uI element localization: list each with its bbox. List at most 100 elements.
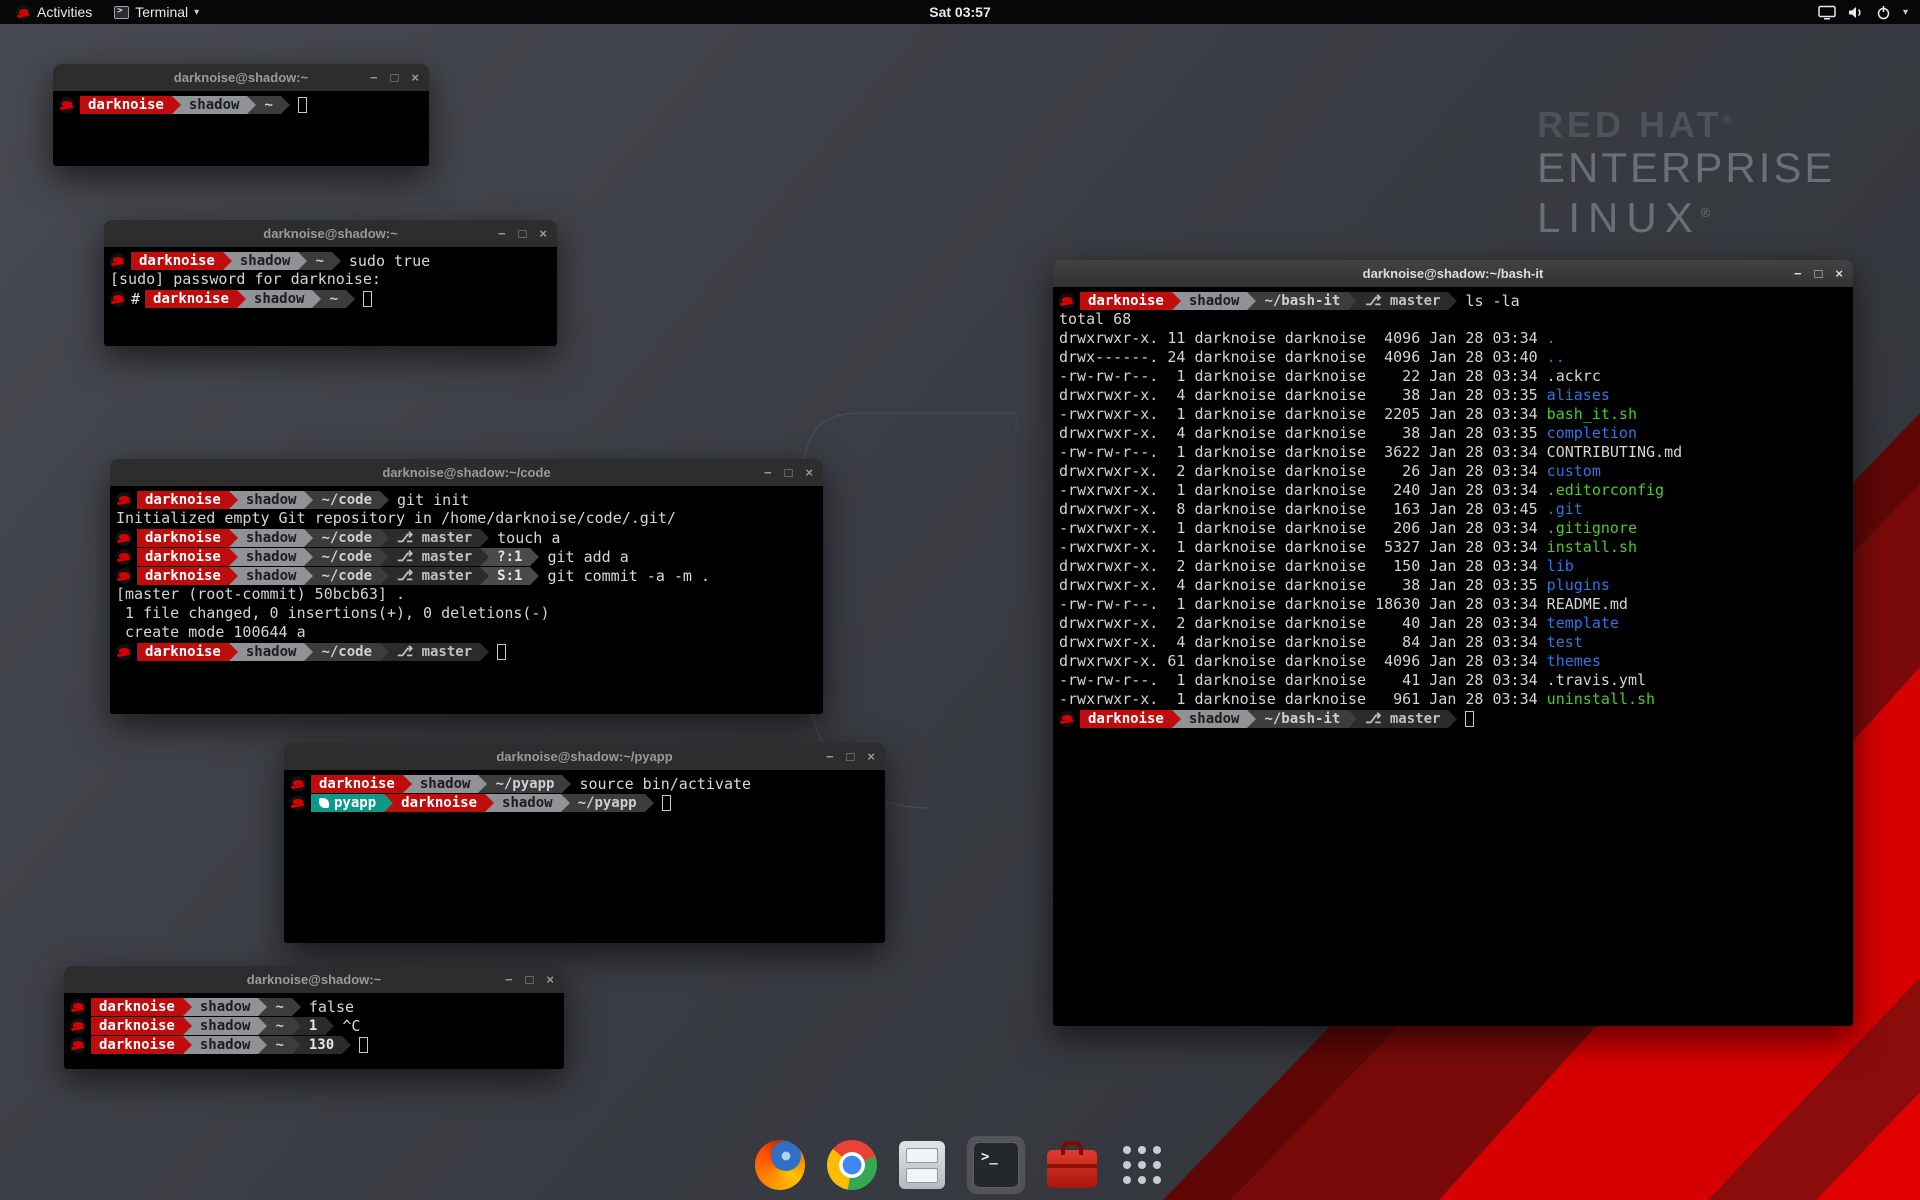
chrome-icon[interactable]	[827, 1140, 877, 1190]
terminal-window-sudo[interactable]: darknoise@shadow:~ − □ × darknoiseshadow…	[104, 220, 557, 346]
close-button[interactable]: ×	[539, 227, 547, 240]
powerline-segment: shadow	[412, 775, 479, 793]
close-button[interactable]: ×	[546, 973, 554, 986]
powerline-separator	[183, 1036, 192, 1054]
prompt-line: darknoiseshadow~ false	[64, 997, 564, 1016]
maximize-button[interactable]: □	[519, 227, 527, 240]
powerline-segment: ~	[267, 998, 291, 1016]
files-icon[interactable]	[899, 1141, 945, 1189]
clock[interactable]: Sat 03:57	[929, 4, 990, 20]
terminal-window-home-1[interactable]: darknoise@shadow:~ − □ × darknoiseshadow…	[53, 64, 429, 166]
powerline-separator	[480, 643, 489, 661]
powerline-separator	[281, 96, 290, 114]
terminal-icon[interactable]	[967, 1136, 1025, 1194]
prompt-line: darknoiseshadow~ sudo true	[104, 251, 557, 270]
branding-linux: LINUX®	[1537, 191, 1837, 240]
titlebar[interactable]: darknoise@shadow:~/bash-it − □ ×	[1053, 260, 1853, 287]
maximize-button[interactable]: □	[526, 973, 534, 986]
terminal-window-home-2[interactable]: darknoise@shadow:~ − □ × darknoiseshadow…	[64, 966, 564, 1069]
app-grid-icon[interactable]	[1119, 1142, 1165, 1188]
terminal-content[interactable]: darknoiseshadow~ sudo true [sudo] passwo…	[104, 247, 557, 346]
minimize-button[interactable]: −	[498, 227, 506, 240]
terminal-window-pyapp[interactable]: darknoise@shadow:~/pyapp − □ × darknoise…	[284, 743, 885, 943]
powerline-segment: ⎇ master	[389, 529, 480, 547]
powerline-separator	[1247, 710, 1256, 728]
activities-button[interactable]: Activities	[8, 0, 100, 24]
maximize-button[interactable]: □	[847, 750, 855, 763]
prompt-segments: darknoiseshadow~/pyapp	[311, 775, 571, 793]
prompt-segments: darknoiseshadow~	[91, 998, 301, 1016]
powerline-separator	[229, 643, 238, 661]
redhat-logo-icon	[16, 5, 31, 20]
terminal-content[interactable]: darknoiseshadow~/pyapp source bin/activa…	[284, 770, 885, 943]
redhat-icon	[110, 291, 126, 307]
powerline-separator	[312, 290, 321, 308]
prompt-segments: darknoiseshadow~/bash-it⎇ master	[1080, 292, 1457, 310]
file-row: -rw-rw-r--. 1 darknoise darknoise 22 Jan…	[1053, 367, 1853, 386]
terminal-content[interactable]: darknoiseshadow~ false darknoiseshadow~1…	[64, 993, 564, 1069]
redhat-icon	[290, 795, 306, 811]
maximize-button[interactable]: □	[785, 466, 793, 479]
toolbox-icon[interactable]	[1047, 1142, 1097, 1188]
window-title: darknoise@shadow:~	[263, 226, 397, 241]
file-name: plugins	[1547, 576, 1610, 594]
powerline-segment: darknoise	[137, 548, 229, 566]
root-prompt-hash: #	[131, 290, 140, 308]
maximize-button[interactable]: □	[1815, 267, 1823, 280]
file-name: bash_it.sh	[1547, 405, 1637, 423]
close-button[interactable]: ×	[1835, 267, 1843, 280]
powerline-separator	[292, 1036, 301, 1054]
redhat-icon	[116, 492, 132, 508]
powerline-separator	[380, 643, 389, 661]
firefox-icon[interactable]	[755, 1140, 805, 1190]
powerline-separator	[1348, 292, 1357, 310]
terminal-content[interactable]: darknoiseshadow~	[53, 91, 429, 166]
minimize-button[interactable]: −	[1794, 267, 1802, 280]
powerline-segment: ~/code	[313, 548, 380, 566]
powerline-segment: ⎇ master	[1357, 292, 1448, 310]
powerline-separator	[247, 96, 256, 114]
close-button[interactable]: ×	[867, 750, 875, 763]
powerline-segment: ~/pyapp	[487, 775, 562, 793]
powerline-segment: shadow	[192, 1017, 259, 1035]
command-text: git init	[389, 491, 469, 509]
titlebar[interactable]: darknoise@shadow:~ − □ ×	[104, 220, 557, 247]
minimize-button[interactable]: −	[505, 973, 513, 986]
powerline-separator	[183, 1017, 192, 1035]
minimize-button[interactable]: −	[826, 750, 834, 763]
file-name: .travis.yml	[1547, 671, 1646, 689]
prompt-segments: darknoiseshadow~/bash-it⎇ master	[1080, 710, 1457, 728]
titlebar[interactable]: darknoise@shadow:~ − □ ×	[53, 64, 429, 91]
file-row: -rwxrwxr-x. 1 darknoise darknoise 240 Ja…	[1053, 481, 1853, 500]
output-line: total 68	[1053, 310, 1853, 329]
close-button[interactable]: ×	[411, 71, 419, 84]
powerline-separator	[298, 252, 307, 270]
terminal-content[interactable]: darknoiseshadow~/bash-it⎇ master ls -la …	[1053, 287, 1853, 1026]
powerline-segment: darknoise	[145, 290, 237, 308]
titlebar[interactable]: darknoise@shadow:~/code − □ ×	[110, 459, 823, 486]
output-line: 1 file changed, 0 insertions(+), 0 delet…	[110, 604, 823, 623]
terminal-content[interactable]: darknoiseshadow~/code git init Initializ…	[110, 486, 823, 714]
powerline-separator	[480, 567, 489, 585]
titlebar[interactable]: darknoise@shadow:~ − □ ×	[64, 966, 564, 993]
file-row: -rwxrwxr-x. 1 darknoise darknoise 5327 J…	[1053, 538, 1853, 557]
redhat-icon	[70, 1018, 86, 1034]
terminal-window-bash-it[interactable]: darknoise@shadow:~/bash-it − □ × darknoi…	[1053, 260, 1853, 1026]
minimize-button[interactable]: −	[764, 466, 772, 479]
prompt-line: darknoiseshadow~	[53, 95, 429, 114]
titlebar[interactable]: darknoise@shadow:~/pyapp − □ ×	[284, 743, 885, 770]
close-button[interactable]: ×	[805, 466, 813, 479]
app-menu-terminal[interactable]: Terminal ▾	[106, 0, 207, 24]
terminal-window-code[interactable]: darknoise@shadow:~/code − □ × darknoises…	[110, 459, 823, 714]
prompt-line: darknoiseshadow~/bash-it⎇ master	[1053, 709, 1853, 728]
system-status-area[interactable]: ▾	[1818, 0, 1920, 24]
python-icon	[319, 798, 329, 808]
app-menu-label: Terminal	[135, 4, 188, 20]
minimize-button[interactable]: −	[370, 71, 378, 84]
powerline-separator	[183, 998, 192, 1016]
desktop: { "topbar": { "activities": "Activities"…	[0, 0, 1920, 1200]
powerline-segment: ~/bash-it	[1256, 292, 1348, 310]
file-row: drwx------. 24 darknoise darknoise 4096 …	[1053, 348, 1853, 367]
maximize-button[interactable]: □	[391, 71, 399, 84]
terminal-cursor	[1465, 711, 1474, 727]
